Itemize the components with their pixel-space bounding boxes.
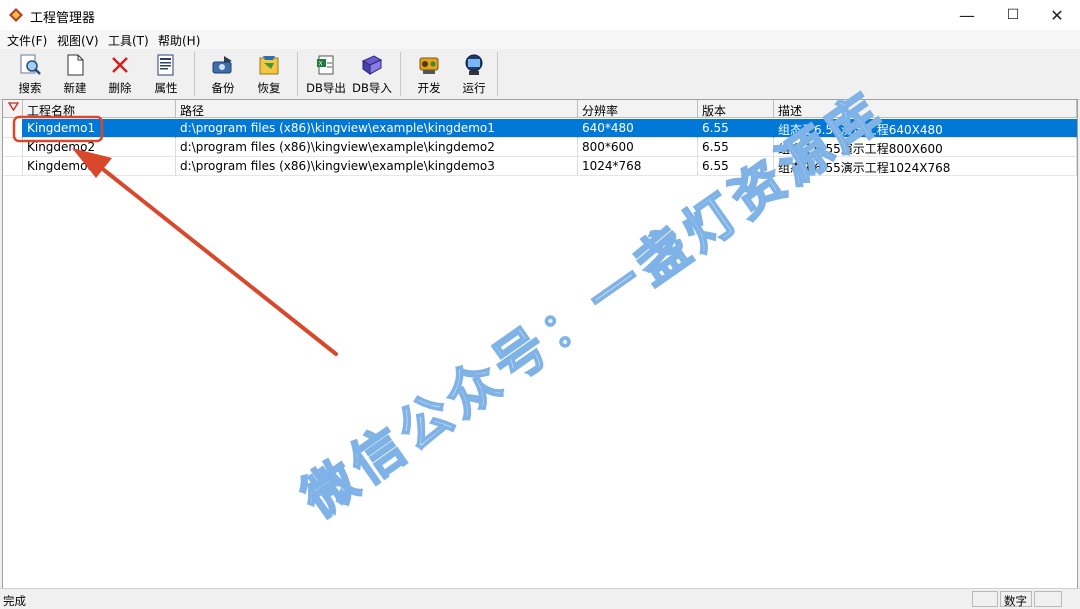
db-import-icon bbox=[361, 55, 383, 75]
run-label: 运行 bbox=[462, 81, 486, 95]
db-export-label: DB导出 bbox=[306, 81, 346, 95]
new-label: 新建 bbox=[63, 81, 87, 95]
cell-path[interactable]: d:\program files (x86)\kingview\example\… bbox=[176, 138, 578, 157]
develop-label: 开发 bbox=[417, 81, 441, 95]
backup-label: 备份 bbox=[211, 81, 235, 95]
menu-bar: 文件(F) 视图(V) 工具(T) 帮助(H) bbox=[0, 30, 1080, 49]
toolbar-separator bbox=[297, 52, 298, 96]
status-pane-empty bbox=[1034, 591, 1062, 607]
cell-resolution[interactable]: 1024*768 bbox=[578, 157, 698, 176]
menu-tools[interactable]: 工具(T) bbox=[108, 32, 149, 49]
cell-version[interactable]: 6.55 bbox=[698, 119, 774, 138]
column-header-version[interactable]: 版本 bbox=[698, 100, 774, 118]
cell-resolution[interactable]: 800*600 bbox=[578, 138, 698, 157]
backup-icon bbox=[212, 56, 232, 74]
toolbar-separator bbox=[400, 52, 401, 96]
status-pane-num: 数字 bbox=[1000, 591, 1032, 608]
filter-header-cell[interactable] bbox=[3, 100, 23, 118]
new-button[interactable]: 新建 bbox=[53, 52, 97, 96]
restore-icon bbox=[259, 56, 279, 75]
cell-description[interactable]: 组态王6.55演示工程800X600 bbox=[774, 138, 1077, 157]
new-file-icon bbox=[67, 54, 84, 76]
project-table: 工程名称 路径 分辨率 版本 描述 Kingdemo1 d:\program f… bbox=[2, 99, 1078, 589]
delete-icon bbox=[112, 57, 128, 73]
row-indicator bbox=[3, 157, 23, 176]
backup-button[interactable]: 备份 bbox=[201, 52, 245, 96]
db-import-button[interactable]: DB导入 bbox=[350, 52, 394, 96]
minimize-button[interactable]: — bbox=[944, 0, 990, 30]
cell-version[interactable]: 6.55 bbox=[698, 138, 774, 157]
search-label: 搜索 bbox=[18, 81, 42, 95]
column-header-path[interactable]: 路径 bbox=[176, 100, 578, 118]
cell-version[interactable]: 6.55 bbox=[698, 157, 774, 176]
row-indicator bbox=[3, 138, 23, 157]
maximize-button[interactable]: ☐ bbox=[990, 0, 1036, 30]
cell-name[interactable]: Kingdemo3 bbox=[23, 157, 176, 176]
db-export-icon: X bbox=[317, 55, 334, 75]
develop-button[interactable]: 开发 bbox=[407, 52, 451, 96]
row-indicator bbox=[3, 119, 23, 138]
status-pane-empty bbox=[972, 591, 998, 607]
restore-label: 恢复 bbox=[257, 81, 281, 95]
close-button[interactable]: ✕ bbox=[1034, 0, 1080, 30]
cell-name[interactable]: Kingdemo1 bbox=[23, 119, 176, 138]
column-header-description[interactable]: 描述 bbox=[774, 100, 1077, 118]
properties-icon bbox=[157, 54, 174, 76]
properties-button[interactable]: 属性 bbox=[144, 52, 188, 96]
toolbar-separator bbox=[194, 52, 195, 96]
toolbar: 搜索 新建 删除 属性 备份 恢复 X DB导出 DB导入 开发 运行 bbox=[0, 49, 1080, 100]
table-row[interactable]: Kingdemo2 d:\program files (x86)\kingvie… bbox=[3, 138, 1077, 157]
title-bar: 工程管理器 — ☐ ✕ bbox=[0, 0, 1080, 30]
status-bar: 完成 数字 bbox=[0, 588, 1080, 609]
cell-name[interactable]: Kingdemo2 bbox=[23, 138, 176, 157]
app-logo-icon bbox=[9, 8, 23, 22]
status-text: 完成 bbox=[3, 594, 26, 608]
run-button[interactable]: 运行 bbox=[452, 52, 496, 96]
filter-icon bbox=[7, 102, 20, 112]
run-icon bbox=[465, 54, 483, 75]
cell-path[interactable]: d:\program files (x86)\kingview\example\… bbox=[176, 157, 578, 176]
db-export-button[interactable]: X DB导出 bbox=[304, 52, 348, 96]
menu-view[interactable]: 视图(V) bbox=[57, 32, 99, 49]
table-row[interactable]: Kingdemo3 d:\program files (x86)\kingvie… bbox=[3, 157, 1077, 176]
column-header-name[interactable]: 工程名称 bbox=[23, 100, 176, 118]
menu-help[interactable]: 帮助(H) bbox=[158, 32, 200, 49]
restore-button[interactable]: 恢复 bbox=[247, 52, 291, 96]
column-header-resolution[interactable]: 分辨率 bbox=[578, 100, 698, 118]
properties-label: 属性 bbox=[154, 81, 178, 95]
cell-description[interactable]: 组态王6.55演示工程640X480 bbox=[774, 119, 1077, 138]
cell-description[interactable]: 组态王6.55演示工程1024X768 bbox=[774, 157, 1077, 176]
cell-path[interactable]: d:\program files (x86)\kingview\example\… bbox=[176, 119, 578, 138]
develop-icon bbox=[419, 57, 439, 74]
db-import-label: DB导入 bbox=[352, 81, 392, 95]
table-row[interactable]: Kingdemo1 d:\program files (x86)\kingvie… bbox=[3, 119, 1077, 138]
toolbar-separator bbox=[497, 52, 498, 96]
cell-resolution[interactable]: 640*480 bbox=[578, 119, 698, 138]
window-title: 工程管理器 bbox=[30, 11, 96, 26]
delete-button[interactable]: 删除 bbox=[98, 52, 142, 96]
svg-text:X: X bbox=[319, 62, 323, 68]
menu-file[interactable]: 文件(F) bbox=[7, 32, 47, 49]
search-button[interactable]: 搜索 bbox=[8, 52, 52, 96]
delete-label: 删除 bbox=[108, 81, 132, 95]
search-icon bbox=[20, 54, 41, 75]
